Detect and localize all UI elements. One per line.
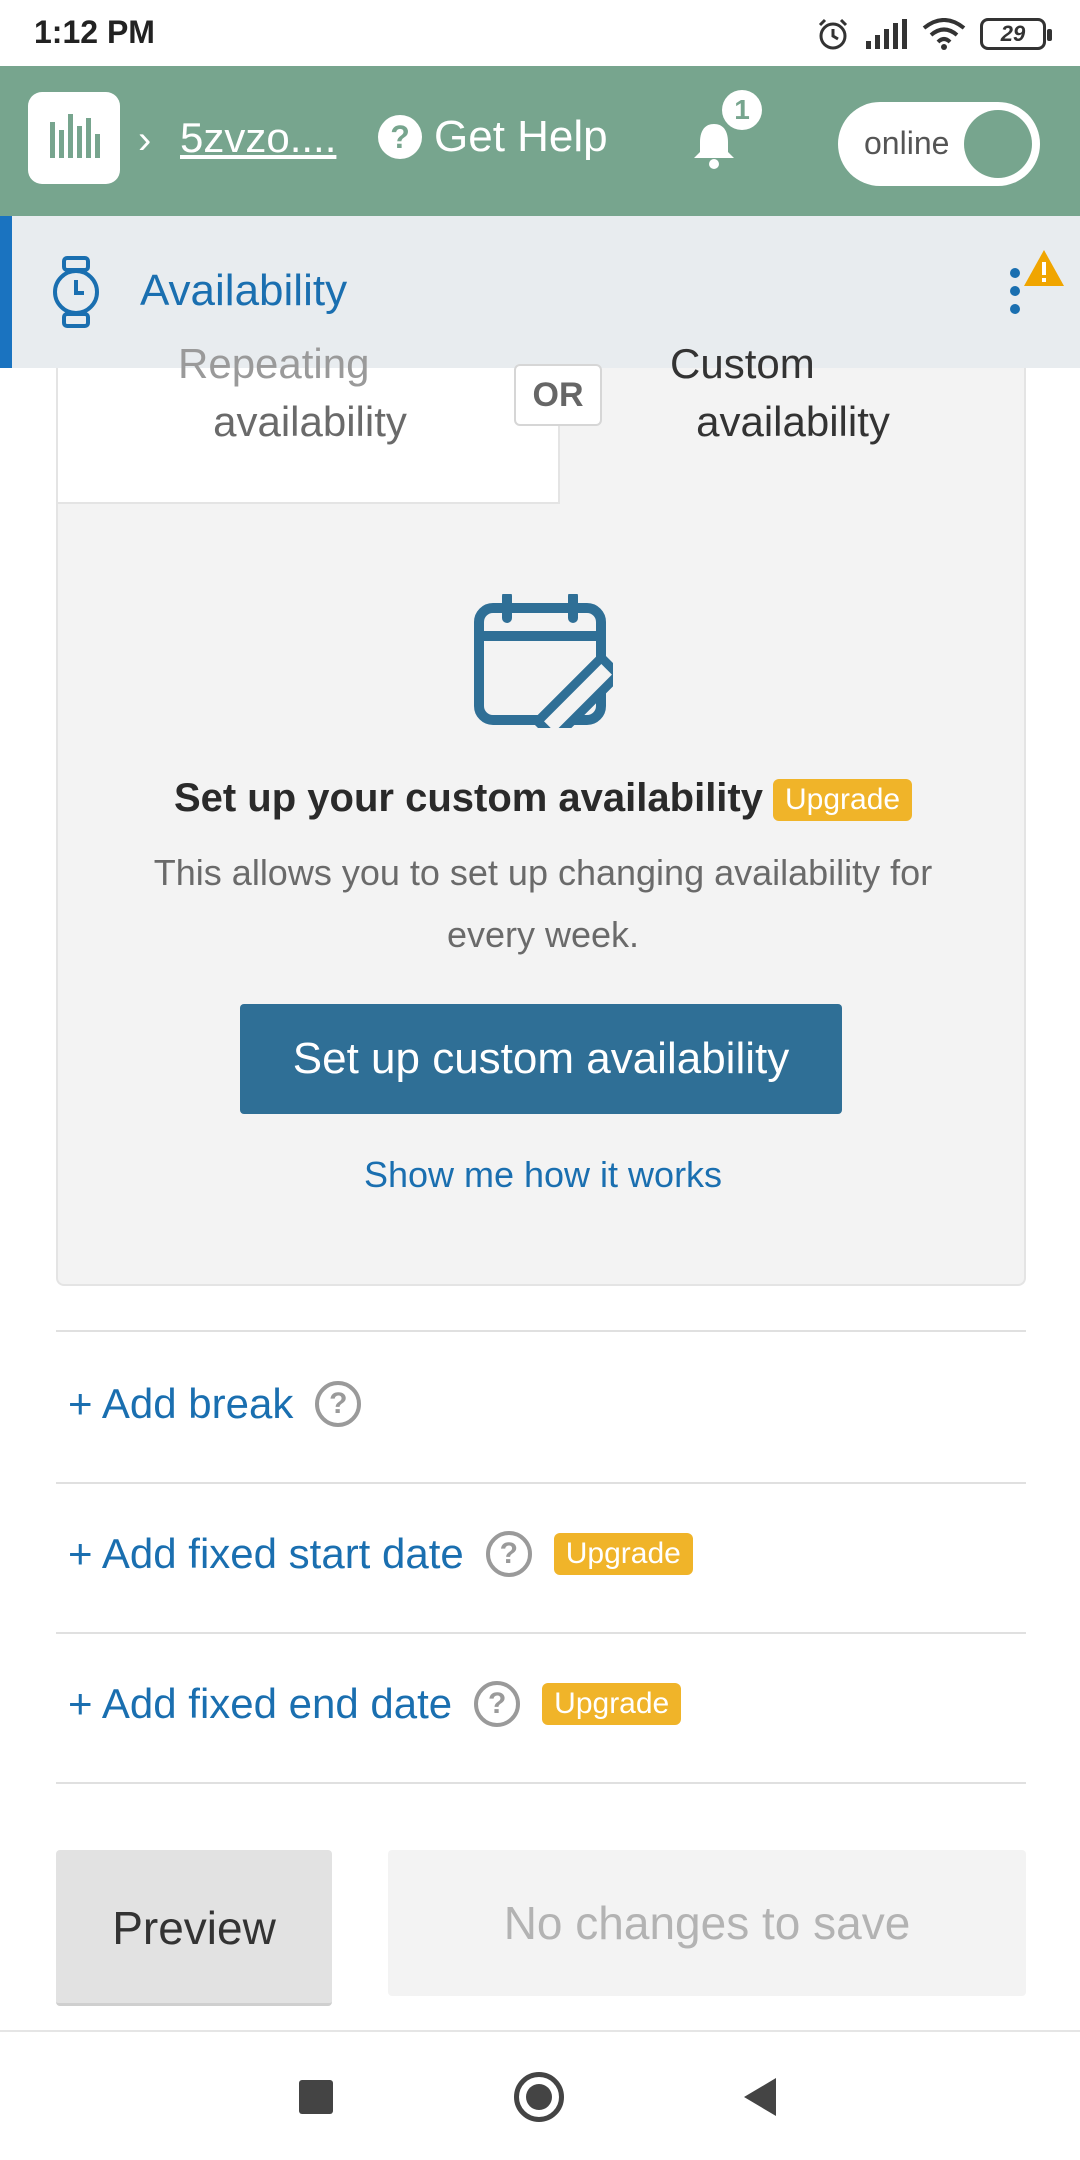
- save-button[interactable]: No changes to save: [388, 1850, 1026, 1996]
- section-title: Availability: [140, 266, 348, 315]
- preview-button[interactable]: Preview: [56, 1850, 332, 2006]
- custom-option-partial: Custom: [670, 340, 815, 387]
- divider: [56, 1782, 1026, 1784]
- breadcrumb-chevron-icon: ›: [138, 118, 152, 162]
- app-logo[interactable]: [28, 92, 120, 184]
- section-accent-bar: [0, 216, 12, 368]
- custom-option-label: availability: [696, 398, 890, 445]
- online-toggle[interactable]: online: [838, 102, 1040, 186]
- recents-icon[interactable]: [299, 2080, 333, 2114]
- logo-bars-icon: [50, 114, 100, 158]
- add-break-link[interactable]: + Add break: [68, 1380, 293, 1428]
- repeating-option-label: availability: [213, 398, 407, 445]
- card-headline-text: Set up your custom availability: [173, 776, 763, 820]
- upgrade-badge[interactable]: Upgrade: [542, 1683, 682, 1725]
- custom-availability-option[interactable]: Custom availability: [560, 340, 1026, 504]
- show-how-it-works-link[interactable]: Show me how it works: [58, 1154, 1028, 1196]
- question-icon[interactable]: ?: [315, 1381, 362, 1427]
- divider: [56, 1482, 1026, 1484]
- repeating-option-partial: Repeating: [178, 340, 370, 387]
- alarm-icon: [818, 18, 848, 50]
- signal-icon: [866, 19, 907, 49]
- toggle-knob: [964, 110, 1032, 178]
- add-fixed-end-row[interactable]: + Add fixed end date ? Upgrade: [68, 1680, 682, 1728]
- card-description: This allows you to set up changing avail…: [153, 852, 933, 955]
- section-header[interactable]: Availability: [0, 216, 1080, 368]
- more-options-icon[interactable]: [1008, 266, 1022, 316]
- system-nav-bar: [0, 2030, 1080, 2160]
- workspace-link[interactable]: 5zvzo....: [180, 114, 336, 162]
- battery-level: 29: [1000, 21, 1026, 46]
- online-toggle-label: online: [864, 125, 950, 161]
- status-time: 1:12 PM: [34, 14, 155, 50]
- status-bar: 1:12 PM 29: [0, 0, 1080, 66]
- divider: [56, 1330, 1026, 1332]
- battery-indicator: 29: [980, 18, 1052, 50]
- get-help-button[interactable]: ? Get Help: [378, 112, 608, 162]
- notification-badge: 1: [722, 90, 762, 130]
- add-fixed-start-link[interactable]: + Add fixed start date: [68, 1530, 464, 1578]
- back-icon[interactable]: [744, 2078, 776, 2116]
- or-divider: OR: [514, 364, 602, 426]
- upgrade-badge[interactable]: Upgrade: [553, 1533, 693, 1575]
- warning-icon: [1024, 250, 1064, 286]
- card-headline: Set up your custom availability Upgrade: [58, 776, 1028, 822]
- setup-custom-availability-button[interactable]: Set up custom availability: [240, 1004, 842, 1114]
- repeating-availability-option[interactable]: Repeating availability: [56, 340, 560, 504]
- divider: [56, 1632, 1026, 1634]
- custom-availability-card: Set up your custom availability Upgrade T…: [56, 504, 1026, 1286]
- help-icon: ?: [378, 115, 422, 159]
- calendar-edit-icon: [474, 594, 613, 728]
- watch-icon: [53, 256, 99, 328]
- upgrade-badge[interactable]: Upgrade: [772, 779, 913, 822]
- question-icon[interactable]: ?: [485, 1531, 532, 1577]
- wifi-icon: [922, 18, 966, 50]
- app-header: › 5zvzo.... ? Get Help 1 online: [0, 66, 1080, 216]
- get-help-label: Get Help: [434, 112, 608, 161]
- add-fixed-start-row[interactable]: + Add fixed start date ? Upgrade: [68, 1530, 693, 1578]
- question-icon[interactable]: ?: [474, 1681, 521, 1727]
- status-icons: 29: [816, 14, 1052, 54]
- add-break-row[interactable]: + Add break ?: [68, 1380, 362, 1428]
- add-fixed-end-link[interactable]: + Add fixed end date: [68, 1680, 452, 1728]
- home-icon[interactable]: [514, 2072, 564, 2122]
